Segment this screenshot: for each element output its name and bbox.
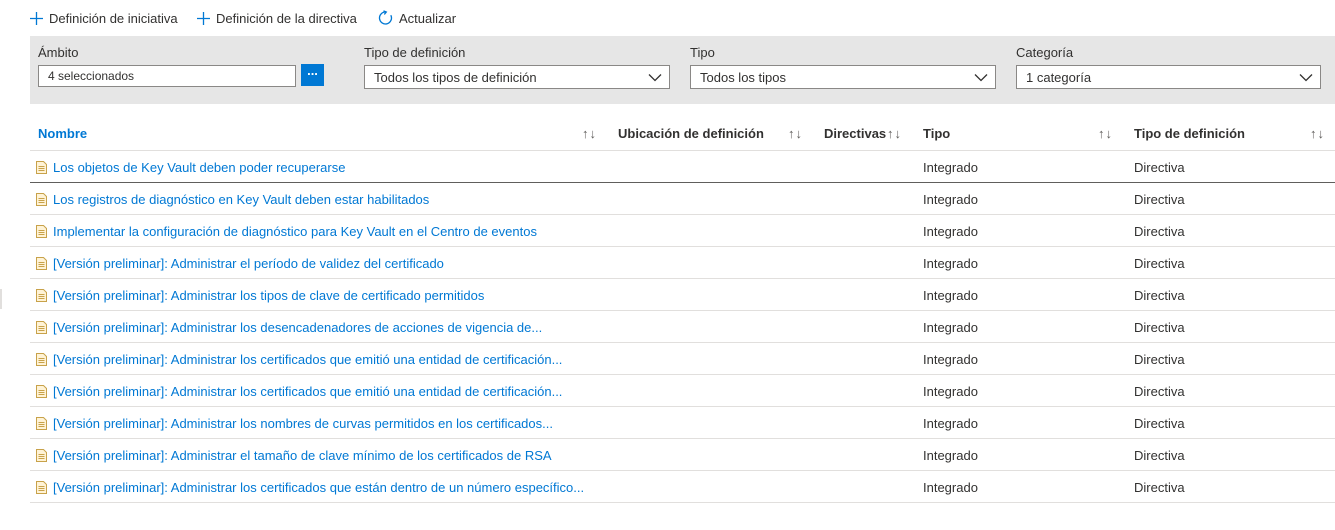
document-icon xyxy=(36,161,47,174)
definition-type-cell: Directiva xyxy=(1134,352,1185,367)
scope-field[interactable]: 4 seleccionados xyxy=(38,65,296,87)
table-row[interactable]: Implementar la configuración de diagnóst… xyxy=(30,215,1335,247)
type-cell: Integrado xyxy=(923,224,978,239)
add-initiative-definition-label: Definición de iniciativa xyxy=(49,10,178,26)
type-select[interactable]: Todos los tipos xyxy=(690,65,996,89)
edge-divider xyxy=(0,289,2,309)
add-policy-definition-button[interactable]: Definición de la directiva xyxy=(196,7,357,29)
definition-name-link[interactable]: [Versión preliminar]: Administrar el per… xyxy=(53,256,444,271)
column-header-policies[interactable]: Directivas xyxy=(824,126,886,141)
type-cell: Integrado xyxy=(923,480,978,495)
refresh-label: Actualizar xyxy=(399,10,457,26)
document-icon xyxy=(36,417,47,430)
table-row[interactable]: [Versión preliminar]: Administrar los ce… xyxy=(30,343,1335,375)
definition-type-cell: Directiva xyxy=(1134,480,1185,495)
definitions-list: Los objetos de Key Vault deben poder rec… xyxy=(30,151,1335,503)
category-select[interactable]: 1 categoría xyxy=(1016,65,1321,89)
definition-type-cell: Directiva xyxy=(1134,448,1185,463)
chevron-down-icon xyxy=(1299,74,1313,82)
scope-label: Ámbito xyxy=(38,45,79,60)
table-row[interactable]: [Versión preliminar]: Administrar los ce… xyxy=(30,471,1335,503)
definition-name-link[interactable]: Los registros de diagnóstico en Key Vaul… xyxy=(53,192,429,207)
definition-type-cell: Directiva xyxy=(1134,320,1185,335)
definition-name-link[interactable]: [Versión preliminar]: Administrar los ce… xyxy=(53,384,562,399)
document-icon xyxy=(36,385,47,398)
column-header-name[interactable]: Nombre xyxy=(38,126,87,141)
document-icon xyxy=(36,225,47,238)
sort-location-icon[interactable]: ↑↓ xyxy=(788,126,803,141)
plus-icon xyxy=(30,11,43,25)
type-cell: Integrado xyxy=(923,192,978,207)
type-cell: Integrado xyxy=(923,384,978,399)
scope-picker-button[interactable]: ... xyxy=(301,64,324,86)
type-cell: Integrado xyxy=(923,416,978,431)
table-row[interactable]: [Versión preliminar]: Administrar los ce… xyxy=(30,375,1335,407)
type-cell: Integrado xyxy=(923,256,978,271)
filter-bar: Ámbito 4 seleccionados ... Tipo de defin… xyxy=(30,36,1335,104)
document-icon xyxy=(36,449,47,462)
definition-name-link[interactable]: [Versión preliminar]: Administrar los no… xyxy=(53,416,553,431)
column-header-location[interactable]: Ubicación de definición xyxy=(618,126,764,141)
definition-name-link[interactable]: [Versión preliminar]: Administrar los ce… xyxy=(53,480,584,495)
document-icon xyxy=(36,193,47,206)
definition-name-link[interactable]: [Versión preliminar]: Administrar los ce… xyxy=(53,352,562,367)
add-initiative-definition-button[interactable]: Definición de iniciativa xyxy=(29,7,178,29)
definition-type-select[interactable]: Todos los tipos de definición xyxy=(364,65,670,89)
document-icon xyxy=(36,321,47,334)
add-policy-definition-label: Definición de la directiva xyxy=(216,10,357,26)
category-value: 1 categoría xyxy=(1026,70,1092,85)
sort-policies-icon[interactable]: ↑↓ xyxy=(887,126,902,141)
type-label: Tipo xyxy=(690,45,715,60)
type-value: Todos los tipos xyxy=(700,70,786,85)
definition-type-label: Tipo de definición xyxy=(364,45,466,60)
definition-type-cell: Directiva xyxy=(1134,160,1185,175)
definition-type-cell: Directiva xyxy=(1134,224,1185,239)
definition-name-link[interactable]: [Versión preliminar]: Administrar los de… xyxy=(53,320,542,335)
column-header-type[interactable]: Tipo xyxy=(923,126,950,141)
refresh-button[interactable]: Actualizar xyxy=(378,7,456,29)
document-icon xyxy=(36,481,47,494)
definition-type-cell: Directiva xyxy=(1134,416,1185,431)
chevron-down-icon xyxy=(648,74,662,82)
definition-type-cell: Directiva xyxy=(1134,192,1185,207)
plus-icon xyxy=(197,11,210,25)
definition-type-value: Todos los tipos de definición xyxy=(374,70,537,85)
table-row[interactable]: [Versión preliminar]: Administrar los no… xyxy=(30,407,1335,439)
table-row[interactable]: [Versión preliminar]: Administrar los ti… xyxy=(30,279,1335,311)
sort-name-icon[interactable]: ↑↓ xyxy=(582,126,597,141)
definition-type-cell: Directiva xyxy=(1134,384,1185,399)
table-row[interactable]: [Versión preliminar]: Administrar el tam… xyxy=(30,439,1335,471)
table-row[interactable]: [Versión preliminar]: Administrar los de… xyxy=(30,311,1335,343)
definition-name-link[interactable]: [Versión preliminar]: Administrar los ti… xyxy=(53,288,484,303)
document-icon xyxy=(36,257,47,270)
grid-header: Nombre ↑↓ Ubicación de definición ↑↓ Dir… xyxy=(30,118,1335,151)
table-row[interactable]: [Versión preliminar]: Administrar el per… xyxy=(30,247,1335,279)
definition-type-cell: Directiva xyxy=(1134,256,1185,271)
definition-name-link[interactable]: Los objetos de Key Vault deben poder rec… xyxy=(53,160,345,175)
type-cell: Integrado xyxy=(923,448,978,463)
table-row[interactable]: Los registros de diagnóstico en Key Vaul… xyxy=(30,183,1335,215)
chevron-down-icon xyxy=(974,74,988,82)
definition-name-link[interactable]: Implementar la configuración de diagnóst… xyxy=(53,224,537,239)
type-cell: Integrado xyxy=(923,352,978,367)
sort-definition-type-icon[interactable]: ↑↓ xyxy=(1310,126,1325,141)
column-header-definition-type[interactable]: Tipo de definición xyxy=(1134,126,1245,141)
sort-type-icon[interactable]: ↑↓ xyxy=(1098,126,1113,141)
table-row[interactable]: Los objetos de Key Vault deben poder rec… xyxy=(30,151,1335,183)
category-label: Categoría xyxy=(1016,45,1074,60)
type-cell: Integrado xyxy=(923,288,978,303)
definition-name-link[interactable]: [Versión preliminar]: Administrar el tam… xyxy=(53,448,552,463)
type-cell: Integrado xyxy=(923,160,978,175)
refresh-icon xyxy=(378,10,393,25)
type-cell: Integrado xyxy=(923,320,978,335)
document-icon xyxy=(36,289,47,302)
command-bar: Definición de iniciativa Definición de l… xyxy=(0,0,1335,36)
definition-type-cell: Directiva xyxy=(1134,288,1185,303)
document-icon xyxy=(36,353,47,366)
